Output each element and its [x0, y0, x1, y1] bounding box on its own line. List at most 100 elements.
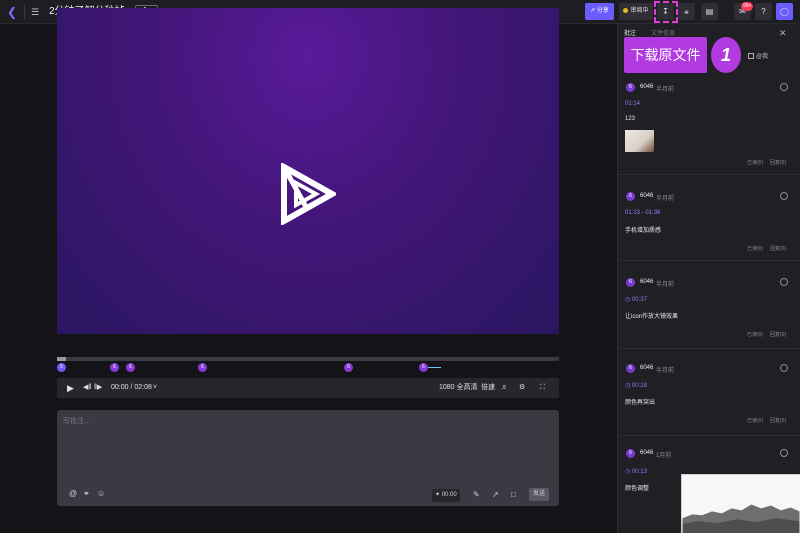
only-me-filter[interactable]: @我 — [748, 51, 768, 60]
folder-tree-icon[interactable]: ☰ — [31, 5, 43, 19]
comment-timestamp[interactable]: ◷ 00:13 — [625, 468, 647, 475]
pin-icon: ✦ — [435, 492, 442, 498]
comment-markers: 6 6 6 6 6 6 — [57, 363, 559, 375]
only-me-label: @我 — [756, 54, 769, 60]
comment-user: 6046 — [640, 193, 654, 199]
comment-user: 6046 — [640, 450, 654, 456]
comment-user: 6046 — [640, 84, 654, 90]
mention-icon[interactable]: @ — [69, 488, 77, 500]
avatar: 6 — [626, 192, 635, 201]
bell-icon: ⚹ — [684, 7, 689, 16]
preview-overlay-image — [681, 474, 800, 533]
tab-file-info[interactable]: 文件信息 — [651, 28, 675, 37]
help-icon: ? — [761, 7, 766, 16]
brand-logo-icon — [281, 163, 336, 225]
fullscreen-icon[interactable]: ⛶ — [540, 382, 545, 394]
timestamp-label: 00:00 — [441, 492, 457, 498]
playhead-marker[interactable]: 6 — [57, 363, 66, 372]
read-count[interactable]: 已读(0) — [747, 417, 763, 424]
progress-fill — [57, 357, 66, 361]
user-icon: ◯ — [780, 7, 789, 16]
resolve-toggle[interactable] — [780, 192, 788, 200]
resolve-toggle[interactable] — [780, 364, 788, 372]
pen-tool-icon[interactable]: ✎ — [473, 489, 480, 501]
tab-comments[interactable]: 批注 — [624, 28, 636, 37]
list-button[interactable]: ▤ — [701, 3, 718, 20]
comment-marker[interactable]: 6 — [198, 363, 207, 372]
comment-card[interactable]: 6 6046 半月前 01:33 - 01:38 手机增加质感 已读(0) 回复… — [618, 176, 800, 261]
comment-card[interactable]: 6 6046 半月前 ◷ 00:18 颜色再突出 已读(0) 回复(0) — [618, 350, 800, 436]
comment-thumbnail[interactable] — [625, 130, 654, 152]
share-button[interactable]: ↗ 分享 — [585, 3, 614, 20]
avatar: 6 — [626, 364, 635, 373]
play-icon[interactable]: ▶ — [67, 382, 74, 394]
send-button[interactable]: 发送 — [529, 488, 549, 501]
list-icon: ▤ — [705, 7, 714, 16]
arrow-tool-icon[interactable]: ↗ — [492, 489, 499, 501]
comment-text: 手机增加质感 — [625, 228, 662, 234]
reply-count[interactable]: 回复(0) — [770, 417, 786, 424]
resolve-toggle[interactable] — [780, 278, 788, 286]
prev-frame-icon[interactable]: ◀‖ — [83, 382, 91, 394]
comment-time: 1月前 — [656, 453, 672, 459]
app-root: ❮ ☰ 2分钟了解分秒帧.mp4 v2 ˅ ↗ 分享 审阅中 ↧ ⚹ ▤ ✉ 9… — [0, 0, 800, 533]
resolve-toggle[interactable] — [780, 449, 788, 457]
reply-count[interactable]: 回复(0) — [770, 159, 786, 166]
timestamp-pin-button[interactable]: ✦ 00:00 — [432, 489, 460, 502]
chevron-down-icon[interactable]: ˅ — [153, 382, 157, 394]
comment-user: 6046 — [640, 279, 654, 285]
attachment-icon[interactable]: ⚭ — [83, 488, 90, 500]
quality-selector[interactable]: 1080 全高清 — [439, 382, 478, 394]
comment-card[interactable]: 6 6046 半月前 ◷ 00:37 让icon作放大镜效果 已读(0) 回复(… — [618, 262, 800, 349]
comment-text: 颜色调整 — [625, 486, 650, 492]
reply-count[interactable]: 回复(0) — [770, 245, 786, 252]
comment-card[interactable]: 6 6046 半月前 01:14 123 已读(0) 回复(0) — [618, 76, 800, 175]
comment-timestamp[interactable]: 01:14 — [625, 101, 640, 107]
clock-icon: ◷ — [625, 469, 632, 475]
read-count[interactable]: 已读(0) — [747, 331, 763, 338]
comment-placeholder: 写批注… — [63, 418, 91, 425]
avatar: 6 — [626, 449, 635, 458]
avatar: 6 — [626, 83, 635, 92]
comment-text: 颜色再突出 — [625, 400, 656, 406]
comment-time: 半月前 — [656, 196, 675, 202]
share-label: 分享 — [596, 8, 609, 14]
volume-icon[interactable]: ♬ — [501, 382, 508, 394]
comment-timestamp[interactable]: ◷ 00:37 — [625, 296, 647, 303]
close-icon[interactable]: ✕ — [779, 28, 787, 39]
comment-timestamp[interactable]: 01:33 - 01:38 — [625, 210, 660, 216]
comment-user: 6046 — [640, 365, 654, 371]
comment-time: 半月前 — [656, 87, 675, 93]
bell-button[interactable]: ⚹ — [678, 3, 695, 20]
checkbox[interactable] — [748, 53, 754, 60]
comment-range — [428, 367, 441, 368]
help-button[interactable]: ? — [755, 3, 772, 20]
rect-tool-icon[interactable]: □ — [511, 489, 516, 501]
read-count[interactable]: 已读(0) — [747, 159, 763, 166]
avatar-button[interactable]: ◯ — [776, 3, 793, 20]
reply-count[interactable]: 回复(0) — [770, 331, 786, 338]
comment-marker[interactable]: 6 — [344, 363, 353, 372]
share-icon: ↗ — [590, 8, 596, 14]
clock-icon: ◷ — [625, 383, 632, 389]
review-status-button[interactable]: 审阅中 — [619, 3, 653, 20]
comment-timestamp[interactable]: ◷ 00:18 — [625, 382, 647, 389]
progress-bar[interactable] — [57, 357, 559, 361]
comment-marker[interactable]: 6 — [110, 363, 119, 372]
avatar: 6 — [626, 278, 635, 287]
emoji-icon[interactable]: ☺ — [97, 488, 105, 500]
read-count[interactable]: 已读(0) — [747, 245, 763, 252]
speed-selector[interactable]: 倍速 — [481, 382, 495, 394]
comment-marker[interactable]: 6 — [126, 363, 135, 372]
callout-label: 下载原文件 — [624, 37, 707, 73]
comment-input[interactable]: 写批注… — [57, 410, 559, 506]
divider — [24, 5, 25, 19]
next-frame-icon[interactable]: ‖▶ — [94, 382, 102, 394]
comment-marker[interactable]: 6 — [419, 363, 428, 372]
comment-time: 半月前 — [656, 368, 675, 374]
comment-text: 让icon作放大镜效果 — [625, 314, 679, 320]
settings-gear-icon[interactable]: ⚙ — [519, 382, 525, 394]
resolve-toggle[interactable] — [780, 83, 788, 91]
comment-time: 半月前 — [656, 282, 675, 288]
chevron-left-icon[interactable]: ❮ — [5, 5, 19, 19]
